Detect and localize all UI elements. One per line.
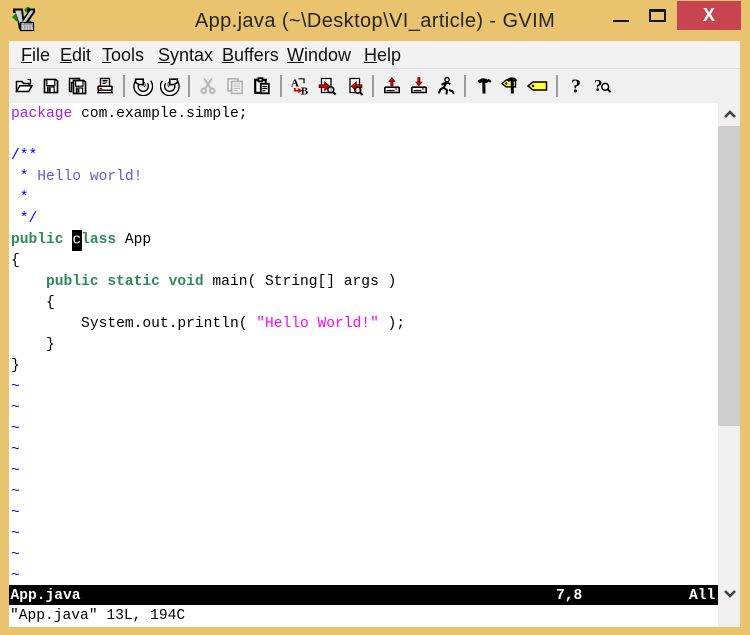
svg-text:?: ? <box>594 76 603 95</box>
svg-text:B: B <box>300 86 308 97</box>
svg-text:im: im <box>22 22 34 32</box>
svg-text:?: ? <box>571 76 581 96</box>
svg-text:A: A <box>291 78 299 90</box>
